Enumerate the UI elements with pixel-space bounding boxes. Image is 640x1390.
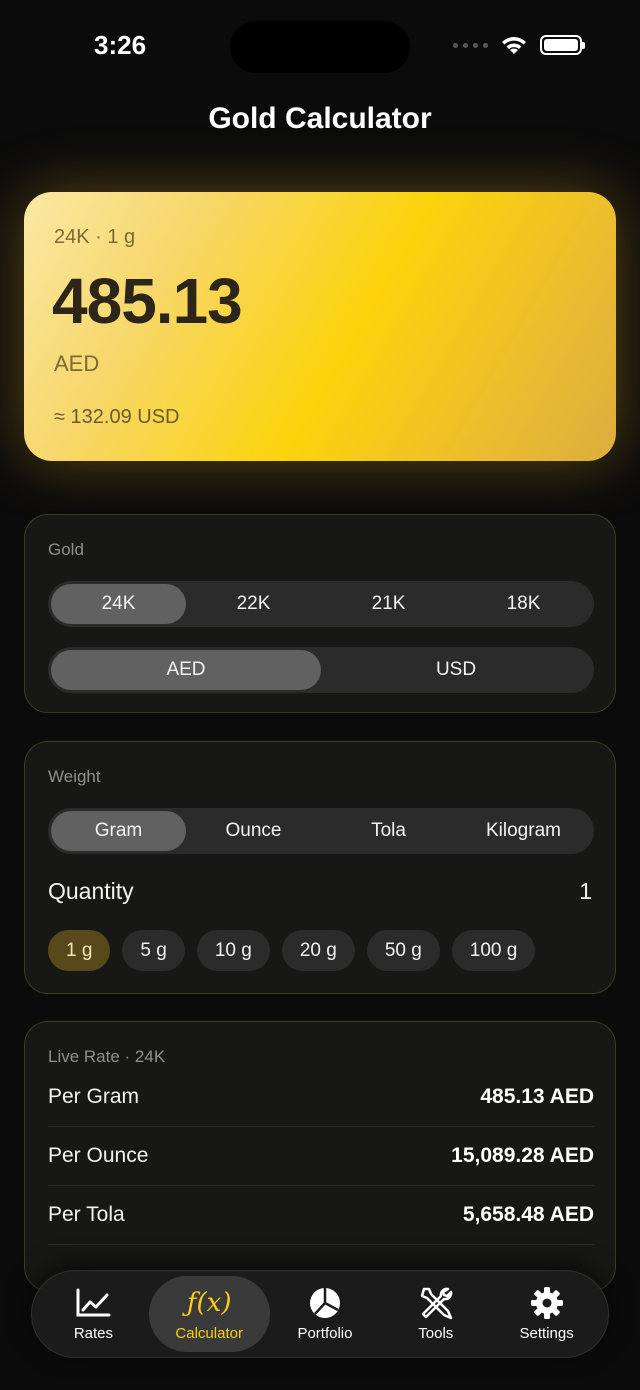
currency-option-usd[interactable]: USD [321,650,591,690]
hero-currency: AED [54,351,100,376]
tab-calculator[interactable]: ƒ(x) Calculator [148,1276,270,1352]
preset-chip-5g[interactable]: 5 g [122,930,185,971]
price-hero-card: 24K · 1 g 485.13 AED ≈ 132.09 USD [24,192,616,461]
karat-option-24k[interactable]: 24K [51,584,186,624]
tab-tools[interactable]: Tools [380,1276,491,1352]
preset-chip-100g[interactable]: 100 g [451,930,536,971]
rate-row-tola: Per Tola 5,658.48 AED [48,1186,594,1245]
unit-option-tola[interactable]: Tola [321,811,456,851]
preset-chip-10g[interactable]: 10 g [196,930,270,971]
tab-bar: Rates ƒ(x) Calculator Portfolio Tools Se… [31,1270,609,1358]
dynamic-island [230,21,410,73]
tab-label: Rates [73,1324,113,1342]
unit-option-kilogram[interactable]: Kilogram [456,811,591,851]
gold-card-label: Gold [48,540,84,559]
gear-icon [530,1286,563,1319]
hero-subtitle: 24K · 1 g [54,226,136,248]
tools-icon [420,1287,453,1319]
preset-chips: 1 g 5 g 10 g 20 g 50 g 100 g [48,930,536,971]
tab-label: Tools [418,1324,454,1342]
live-rate-card: Live Rate · 24K Per Gram 485.13 AED Per … [24,1021,616,1291]
rate-name: Per Ounce [48,1144,149,1167]
wifi-icon [502,37,526,54]
tab-rates[interactable]: Rates [38,1276,149,1352]
preset-chip-1g[interactable]: 1 g [48,930,111,971]
tab-settings[interactable]: Settings [491,1276,602,1352]
rate-row-gram: Per Gram 485.13 AED [48,1068,594,1127]
gold-card: Gold 24K 22K 21K 18K AED USD [24,514,616,713]
tab-label: Calculator [175,1324,243,1342]
preset-chip-50g[interactable]: 50 g [366,930,440,971]
function-icon: ƒ(x) [186,1287,232,1318]
karat-option-22k[interactable]: 22K [186,584,321,624]
rate-name: Per Gram [48,1085,140,1108]
weight-card-label: Weight [48,767,101,786]
unit-selector: Gram Ounce Tola Kilogram [48,808,594,854]
karat-option-18k[interactable]: 18K [456,584,591,624]
rate-value: 485.13 AED [480,1085,594,1108]
page-title: Gold Calculator [208,102,432,135]
quantity-label: Quantity [48,878,134,904]
pie-chart-icon [309,1287,340,1318]
unit-option-gram[interactable]: Gram [51,811,186,851]
chart-line-icon [76,1288,111,1316]
battery-icon [540,35,585,55]
rate-value: 15,089.28 AED [451,1144,594,1167]
currency-option-aed[interactable]: AED [51,650,321,690]
tab-label: Portfolio [297,1324,353,1342]
preset-chip-20g[interactable]: 20 g [281,930,355,971]
unit-option-ounce[interactable]: Ounce [186,811,321,851]
weight-card: Weight Gram Ounce Tola Kilogram Quantity… [24,741,616,994]
karat-option-21k[interactable]: 21K [321,584,456,624]
hero-price: 485.13 [52,265,243,337]
status-time: 3:26 [94,30,147,60]
rate-name: Per Tola [48,1203,125,1226]
hero-converted-price: ≈ 132.09 USD [54,406,180,428]
status-icons [453,34,585,56]
tab-portfolio[interactable]: Portfolio [270,1276,381,1352]
rate-row-ounce: Per Ounce 15,089.28 AED [48,1127,594,1186]
tab-label: Settings [519,1324,574,1342]
karat-selector: 24K 22K 21K 18K [48,581,594,627]
live-rate-label: Live Rate · 24K [48,1047,166,1066]
cellular-icon [453,42,488,48]
currency-selector: AED USD [48,647,594,693]
quantity-value[interactable]: 1 [579,878,592,905]
rate-value: 5,658.48 AED [462,1203,594,1226]
